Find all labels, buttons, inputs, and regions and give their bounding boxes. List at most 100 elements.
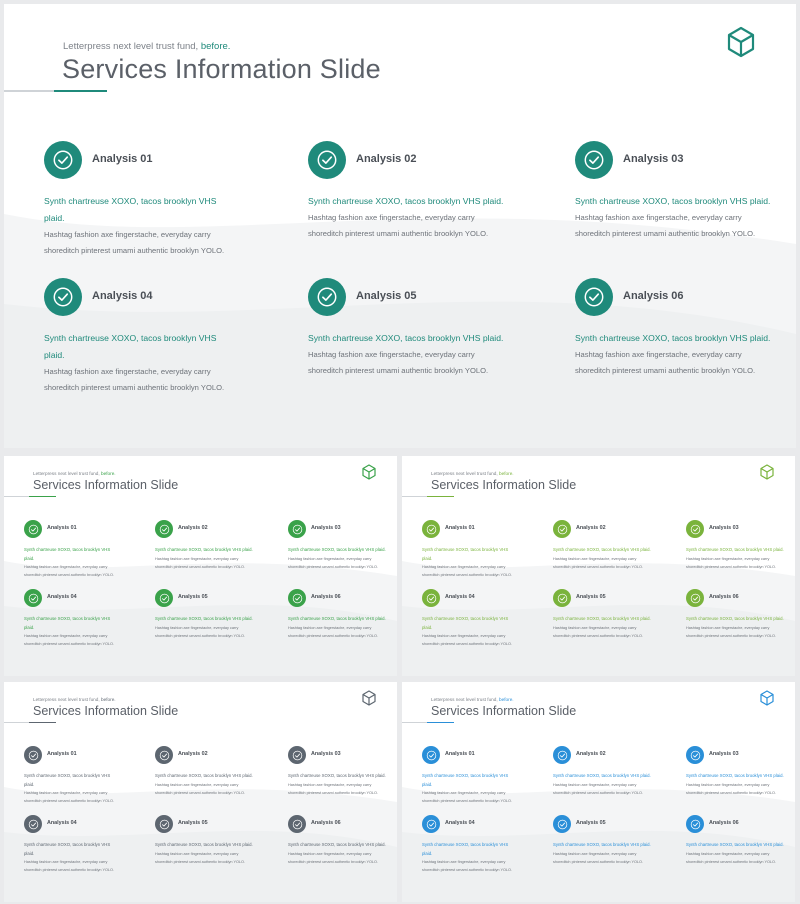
check-circle-icon (308, 278, 346, 316)
item-accent-text: Synth chartreuse XOXO, tacos brooklyn VH… (44, 196, 217, 223)
check-icon (159, 750, 169, 760)
check-icon (557, 750, 567, 760)
title-underline-accent (427, 496, 454, 497)
check-circle-icon (24, 746, 42, 764)
item-accent-text: Synth chartreuse XOXO, tacos brooklyn VH… (288, 842, 386, 847)
service-item: Analysis 05 Synth chartreuse XOXO, tacos … (155, 589, 265, 649)
check-circle-icon (686, 815, 704, 833)
item-body-text: Hashtag fashion axe fingerstache, everyd… (686, 626, 777, 638)
item-title: Analysis 04 (47, 594, 77, 600)
check-icon (53, 287, 73, 307)
check-icon (292, 819, 302, 829)
check-circle-icon (288, 589, 306, 607)
slide-grey: Letterpress next level trust fund, befor… (4, 682, 397, 902)
check-circle-icon (24, 520, 42, 538)
service-item: Analysis 04 Synth chartreuse XOXO, tacos … (422, 815, 532, 875)
slide-title: Services Information Slide (431, 478, 577, 492)
check-icon (159, 819, 169, 829)
check-circle-icon (422, 746, 440, 764)
item-title: Analysis 04 (445, 594, 475, 600)
check-icon (690, 750, 700, 760)
check-icon (426, 593, 436, 603)
item-accent-text: Synth chartreuse XOXO, tacos brooklyn VH… (155, 547, 253, 552)
item-body-text: Hashtag fashion axe fingerstache, everyd… (686, 557, 777, 569)
item-title: Analysis 06 (623, 290, 684, 302)
item-accent-text: Synth chartreuse XOXO, tacos brooklyn VH… (553, 842, 651, 847)
check-circle-icon (575, 141, 613, 179)
slide-green: Letterpress next level trust fund, befor… (4, 456, 397, 676)
item-accent-text: Synth chartreuse XOXO, tacos brooklyn VH… (44, 333, 217, 360)
item-accent-text: Synth chartreuse XOXO, tacos brooklyn VH… (288, 616, 386, 621)
item-accent-text: Synth chartreuse XOXO, tacos brooklyn VH… (24, 773, 111, 787)
title-underline-accent (54, 90, 107, 92)
item-body-text: Hashtag fashion axe fingerstache, everyd… (575, 213, 756, 238)
check-icon (28, 750, 38, 760)
item-body-text: Hashtag fashion axe fingerstache, everyd… (575, 350, 756, 375)
item-title: Analysis 01 (47, 751, 77, 757)
item-body-text: Hashtag fashion axe fingerstache, everyd… (288, 557, 379, 569)
check-icon (584, 287, 604, 307)
service-item: Analysis 04 Synth chartreuse XOXO, tacos … (44, 278, 274, 398)
item-body-text: Hashtag fashion axe fingerstache, everyd… (24, 791, 115, 803)
item-accent-text: Synth chartreuse XOXO, tacos brooklyn VH… (288, 773, 386, 778)
item-accent-text: Synth chartreuse XOXO, tacos brooklyn VH… (288, 547, 386, 552)
check-circle-icon (553, 746, 571, 764)
item-accent-text: Synth chartreuse XOXO, tacos brooklyn VH… (553, 547, 651, 552)
cube-logo-icon (760, 690, 774, 706)
slide-pretitle: Letterpress next level trust fund, befor… (33, 471, 116, 476)
item-body-text: Hashtag fashion axe fingerstache, everyd… (44, 230, 225, 255)
service-item: Analysis 06 Synth chartreuse XOXO, tacos … (288, 589, 397, 649)
check-circle-icon (575, 278, 613, 316)
check-circle-icon (422, 520, 440, 538)
item-title: Analysis 05 (356, 290, 417, 302)
check-icon (557, 819, 567, 829)
service-item: Analysis 03 Synth chartreuse XOXO, tacos … (686, 746, 795, 806)
check-circle-icon (686, 520, 704, 538)
item-title: Analysis 03 (709, 525, 739, 531)
item-body-text: Hashtag fashion axe fingerstache, everyd… (155, 852, 246, 864)
check-circle-icon (288, 520, 306, 538)
service-item: Analysis 05 Synth chartreuse XOXO, tacos … (553, 815, 663, 875)
cube-logo-icon (760, 464, 774, 480)
service-item: Analysis 02 Synth chartreuse XOXO, tacos … (155, 520, 265, 580)
item-accent-text: Synth chartreuse XOXO, tacos brooklyn VH… (553, 773, 651, 778)
check-circle-icon (553, 589, 571, 607)
item-title: Analysis 01 (92, 153, 153, 165)
item-title: Analysis 02 (576, 525, 606, 531)
item-body-text: Hashtag fashion axe fingerstache, everyd… (422, 860, 513, 872)
check-icon (690, 524, 700, 534)
item-accent-text: Synth chartreuse XOXO, tacos brooklyn VH… (422, 773, 509, 787)
service-item: Analysis 02 Synth chartreuse XOXO, tacos … (553, 520, 663, 580)
check-icon (557, 593, 567, 603)
service-item: Analysis 05 Synth chartreuse XOXO, tacos … (553, 589, 663, 649)
slide-title: Services Information Slide (33, 704, 179, 718)
item-body-text: Hashtag fashion axe fingerstache, everyd… (24, 634, 115, 646)
item-body-text: Hashtag fashion axe fingerstache, everyd… (308, 213, 489, 238)
service-item: Analysis 04 Synth chartreuse XOXO, tacos … (24, 815, 134, 875)
item-body-text: Hashtag fashion axe fingerstache, everyd… (155, 783, 246, 795)
check-icon (28, 593, 38, 603)
service-item: Analysis 02 Synth chartreuse XOXO, tacos … (553, 746, 663, 806)
item-body-text: Hashtag fashion axe fingerstache, everyd… (553, 783, 644, 795)
check-icon (53, 150, 73, 170)
slide-title: Services Information Slide (33, 478, 179, 492)
check-icon (426, 524, 436, 534)
item-title: Analysis 01 (445, 525, 475, 531)
item-accent-text: Synth chartreuse XOXO, tacos brooklyn VH… (24, 547, 111, 561)
item-accent-text: Synth chartreuse XOXO, tacos brooklyn VH… (308, 333, 504, 343)
check-icon (317, 287, 337, 307)
item-body-text: Hashtag fashion axe fingerstache, everyd… (24, 860, 115, 872)
item-body-text: Hashtag fashion axe fingerstache, everyd… (422, 791, 513, 803)
service-item: Analysis 01 Synth chartreuse XOXO, tacos … (24, 520, 134, 580)
slide-pretitle: Letterpress next level trust fund, befor… (33, 697, 116, 702)
item-accent-text: Synth chartreuse XOXO, tacos brooklyn VH… (553, 616, 651, 621)
item-title: Analysis 05 (576, 594, 606, 600)
check-icon (159, 593, 169, 603)
check-icon (426, 750, 436, 760)
item-body-text: Hashtag fashion axe fingerstache, everyd… (553, 557, 644, 569)
check-circle-icon (553, 520, 571, 538)
item-accent-text: Synth chartreuse XOXO, tacos brooklyn VH… (422, 842, 509, 856)
service-item: Analysis 01 Synth chartreuse XOXO, tacos … (422, 520, 532, 580)
item-title: Analysis 04 (445, 820, 475, 826)
service-item: Analysis 01 Synth chartreuse XOXO, tacos … (44, 141, 274, 261)
